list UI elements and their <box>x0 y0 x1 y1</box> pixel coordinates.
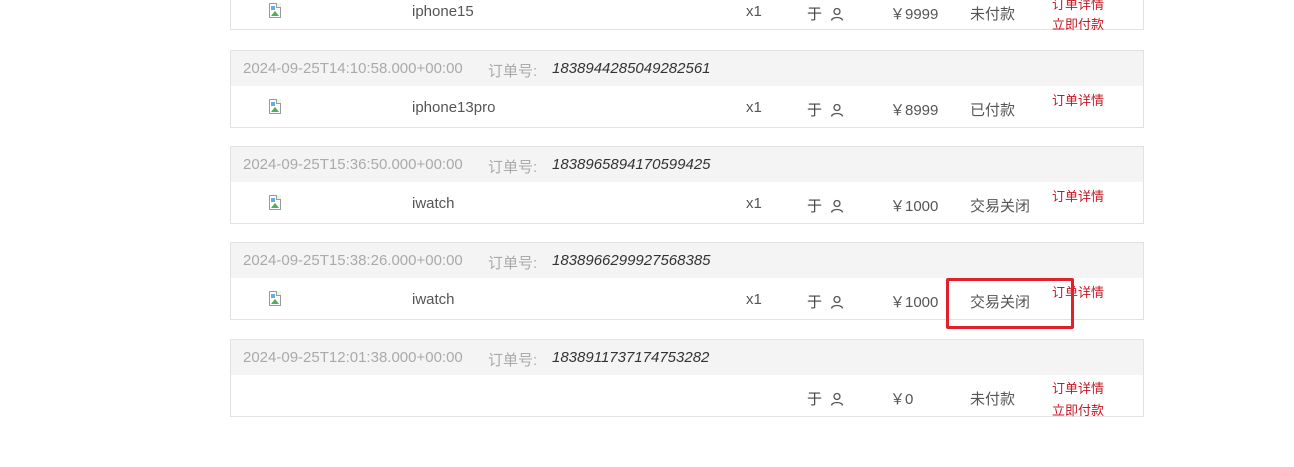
product-name[interactable]: iwatch <box>412 291 455 308</box>
quantity: x1 <box>746 99 762 116</box>
user-icon <box>830 7 844 21</box>
order-list-page: iphone15 x1 于 ￥9999 未付款 订单详情 立即付款 2024-0… <box>0 0 1294 467</box>
buyer-name: 于 <box>807 198 823 215</box>
buyer-name: 于 <box>807 102 823 119</box>
order-number: 1838944285049282561 <box>552 60 711 77</box>
order-header: 2024-09-25T15:36:50.000+00:00 订单号: 18389… <box>231 147 1143 182</box>
price: ￥0 <box>890 391 914 408</box>
order-time: 2024-09-25T14:10:58.000+00:00 <box>243 60 463 77</box>
order-number-label: 订单号: <box>488 352 538 369</box>
buyer: 于 <box>807 195 844 216</box>
buyer-name: 于 <box>807 6 823 23</box>
broken-image-icon[interactable] <box>269 195 287 211</box>
user-icon <box>830 392 844 406</box>
order-time: 2024-09-25T15:38:26.000+00:00 <box>243 252 463 269</box>
order-time: 2024-09-25T15:36:50.000+00:00 <box>243 156 463 173</box>
order-item-row: 于 ￥0 未付款 订单详情 立即付款 <box>231 375 1143 418</box>
price: ￥8999 <box>890 102 939 119</box>
buyer: 于 <box>807 99 844 120</box>
buyer: 于 <box>807 388 844 409</box>
order-number: 1838911737174753282 <box>552 349 710 366</box>
order-number-label: 订单号: <box>488 63 538 80</box>
buyer: 于 <box>807 3 844 24</box>
order-status: 已付款 <box>970 102 1016 119</box>
broken-image-icon[interactable] <box>269 291 287 307</box>
broken-image-icon[interactable] <box>269 3 287 19</box>
price: ￥1000 <box>890 294 939 311</box>
highlight-annotation-box <box>946 278 1074 329</box>
price: ￥1000 <box>890 198 939 215</box>
order-number: 1838966299927568385 <box>552 252 711 269</box>
order-card: 2024-09-25T15:36:50.000+00:00 订单号: 18389… <box>230 146 1144 224</box>
order-header: 2024-09-25T15:38:26.000+00:00 订单号: 18389… <box>231 243 1143 278</box>
order-item-row: iwatch x1 于 ￥1000 交易关闭 订单详情 <box>231 182 1143 225</box>
product-name[interactable]: iphone13pro <box>412 99 495 116</box>
price: ￥9999 <box>890 6 939 23</box>
order-detail-link[interactable]: 订单详情 <box>1052 90 1104 109</box>
order-header: 2024-09-25T14:10:58.000+00:00 订单号: 18389… <box>231 51 1143 86</box>
quantity: x1 <box>746 195 762 212</box>
order-status: 交易关闭 <box>970 198 1031 215</box>
order-detail-link[interactable]: 订单详情 <box>1052 0 1104 13</box>
pay-now-link[interactable]: 立即付款 <box>1052 400 1104 419</box>
user-icon <box>830 103 844 117</box>
order-status: 未付款 <box>970 391 1016 408</box>
user-icon <box>830 199 844 213</box>
order-time: 2024-09-25T12:01:38.000+00:00 <box>243 349 463 366</box>
product-name[interactable]: iwatch <box>412 195 455 212</box>
order-number-label: 订单号: <box>488 255 538 272</box>
quantity: x1 <box>746 3 762 20</box>
user-icon <box>830 295 844 309</box>
order-status: 未付款 <box>970 6 1016 23</box>
order-card: iphone15 x1 于 ￥9999 未付款 订单详情 立即付款 <box>230 0 1144 32</box>
buyer-name: 于 <box>807 294 823 311</box>
buyer-name: 于 <box>807 391 823 408</box>
product-name[interactable]: iphone15 <box>412 3 474 20</box>
broken-image-icon[interactable] <box>269 99 287 115</box>
order-item-row: iphone15 x1 于 ￥9999 未付款 订单详情 立即付款 <box>231 0 1143 32</box>
order-number-label: 订单号: <box>488 159 538 176</box>
order-card: 2024-09-25T12:01:38.000+00:00 订单号: 18389… <box>230 339 1144 418</box>
quantity: x1 <box>746 291 762 308</box>
order-number: 1838965894170599425 <box>552 156 711 173</box>
order-item-row: iphone13pro x1 于 ￥8999 已付款 订单详情 <box>231 86 1143 129</box>
order-detail-link[interactable]: 订单详情 <box>1052 186 1104 205</box>
order-detail-link[interactable]: 订单详情 <box>1052 378 1104 397</box>
order-card: 2024-09-25T14:10:58.000+00:00 订单号: 18389… <box>230 50 1144 128</box>
buyer: 于 <box>807 291 844 312</box>
pay-now-link[interactable]: 立即付款 <box>1052 14 1104 33</box>
order-header: 2024-09-25T12:01:38.000+00:00 订单号: 18389… <box>231 340 1143 375</box>
